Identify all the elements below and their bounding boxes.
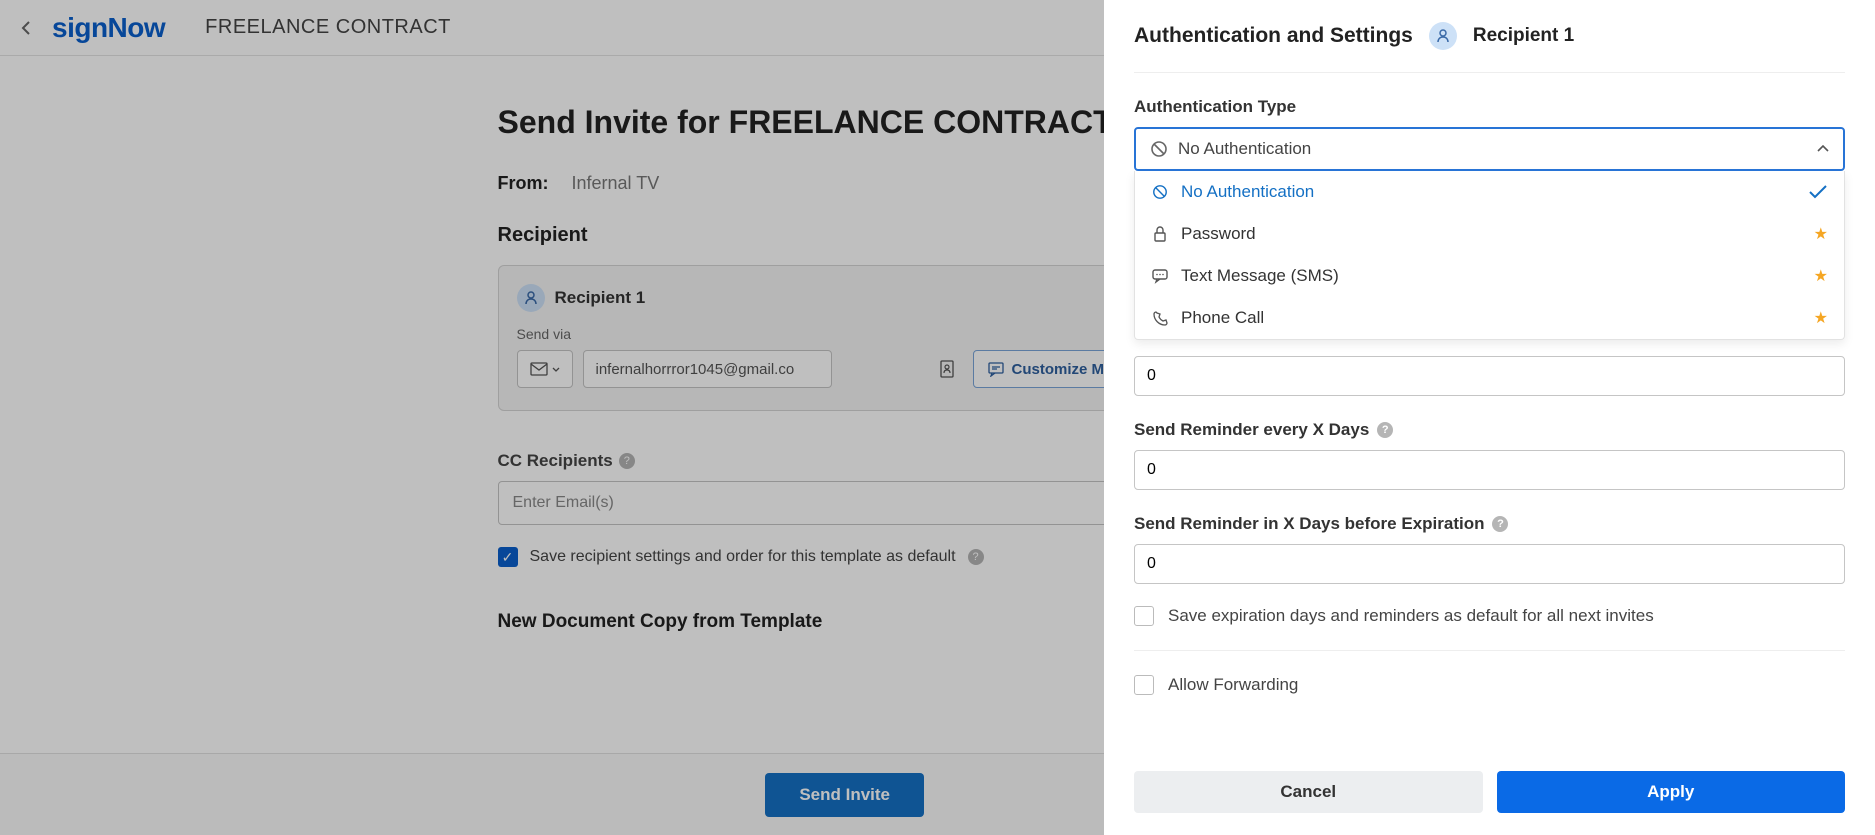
- panel-recipient-name: Recipient 1: [1473, 25, 1574, 47]
- chevron-up-icon: [1817, 145, 1829, 153]
- sms-icon: [1151, 268, 1169, 284]
- settings-panel: Authentication and Settings Recipient 1 …: [1104, 0, 1875, 835]
- auth-type-label: Authentication Type: [1134, 97, 1845, 117]
- cancel-button[interactable]: Cancel: [1134, 771, 1483, 813]
- auth-selected-value: No Authentication: [1178, 139, 1311, 159]
- reminder-every-label: Send Reminder every X Days ?: [1134, 420, 1845, 440]
- allow-forwarding-label: Allow Forwarding: [1168, 673, 1298, 697]
- avatar: [1429, 22, 1457, 50]
- auth-option-phone[interactable]: Phone Call ★: [1135, 297, 1844, 339]
- star-icon: ★: [1814, 266, 1828, 286]
- auth-option-label: Text Message (SMS): [1181, 266, 1339, 286]
- reminder-before-input[interactable]: [1134, 544, 1845, 584]
- auth-option-label: No Authentication: [1181, 182, 1314, 202]
- reminder-before-label: Send Reminder in X Days before Expiratio…: [1134, 514, 1845, 534]
- help-icon[interactable]: ?: [1492, 516, 1508, 532]
- save-expiration-default-checkbox[interactable]: [1134, 606, 1154, 626]
- auth-option-sms[interactable]: Text Message (SMS) ★: [1135, 255, 1844, 297]
- lock-icon: [1151, 226, 1169, 242]
- modal-overlay: [0, 0, 1104, 835]
- help-icon[interactable]: ?: [1377, 422, 1393, 438]
- save-expiration-default-label: Save expiration days and reminders as de…: [1168, 604, 1654, 628]
- auth-option-no-authentication[interactable]: No Authentication: [1135, 171, 1844, 213]
- no-auth-icon: [1151, 184, 1169, 200]
- divider: [1134, 650, 1845, 651]
- auth-type-dropdown: No Authentication Password ★ Text Messag…: [1134, 171, 1845, 340]
- star-icon: ★: [1814, 224, 1828, 244]
- reminder-days-input[interactable]: [1134, 356, 1845, 396]
- phone-icon: [1151, 311, 1169, 326]
- reminder-every-input[interactable]: [1134, 450, 1845, 490]
- auth-option-password[interactable]: Password ★: [1135, 213, 1844, 255]
- auth-option-label: Phone Call: [1181, 308, 1264, 328]
- apply-button[interactable]: Apply: [1497, 771, 1846, 813]
- panel-title: Authentication and Settings: [1134, 24, 1413, 48]
- auth-type-select[interactable]: No Authentication: [1134, 127, 1845, 171]
- allow-forwarding-checkbox[interactable]: [1134, 675, 1154, 695]
- no-auth-icon: [1150, 140, 1168, 158]
- star-icon: ★: [1814, 308, 1828, 328]
- checkmark-icon: [1808, 184, 1828, 200]
- auth-option-label: Password: [1181, 224, 1256, 244]
